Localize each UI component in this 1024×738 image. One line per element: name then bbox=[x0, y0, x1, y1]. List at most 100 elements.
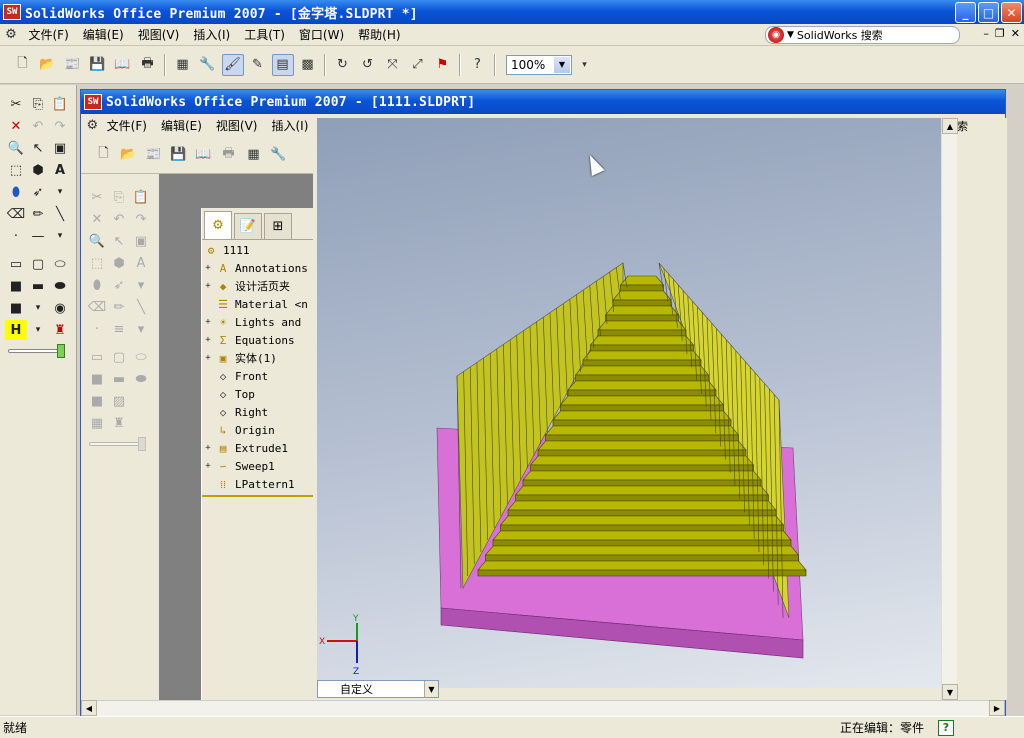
chevron-down-icon[interactable]: ▼ bbox=[424, 681, 438, 697]
eraser-icon[interactable]: ⌫ bbox=[5, 204, 27, 224]
highlight-icon[interactable]: ▦ bbox=[86, 413, 108, 433]
foreground-color-icon[interactable]: ■ bbox=[5, 298, 27, 318]
book-icon[interactable]: 📖 bbox=[193, 144, 215, 166]
mdi-restore-button[interactable]: ❐ bbox=[995, 27, 1005, 40]
tree-item[interactable]: + ▤ Extrude1 bbox=[202, 439, 313, 457]
model-view-svg[interactable]: Y X Z bbox=[317, 118, 941, 688]
zoom-icon[interactable]: 🔍 bbox=[86, 231, 108, 251]
paste-icon[interactable]: 📋 bbox=[49, 94, 71, 114]
tree-item[interactable]: + A Annotations bbox=[202, 259, 313, 277]
help-pointer-icon[interactable]: ? bbox=[467, 54, 489, 76]
pencil-icon[interactable]: ✏ bbox=[108, 297, 130, 317]
zoom-to-fit-icon[interactable]: ⤢ bbox=[407, 54, 429, 76]
line-icon[interactable]: ╲ bbox=[49, 204, 71, 224]
cut-icon[interactable]: ✂ bbox=[86, 187, 108, 207]
foreground-color-icon[interactable]: ■ bbox=[86, 391, 108, 411]
background-color-icon[interactable]: ◉ bbox=[49, 298, 71, 318]
scroll-right-icon[interactable]: ▶ bbox=[989, 700, 1005, 716]
line-icon[interactable]: ╲ bbox=[130, 297, 152, 317]
delete-icon[interactable]: ✕ bbox=[86, 209, 108, 229]
eraser-icon[interactable]: ⌫ bbox=[86, 297, 108, 317]
rectangle-icon[interactable]: ▭ bbox=[86, 347, 108, 367]
dropdown-icon[interactable]: ▾ bbox=[27, 298, 49, 318]
slider-thumb[interactable] bbox=[138, 437, 146, 451]
line-weight-icon[interactable]: ≡ bbox=[108, 319, 130, 339]
expand-icon[interactable]: + bbox=[202, 461, 214, 471]
options-icon[interactable]: ▦ bbox=[172, 54, 194, 76]
chevron-down-icon[interactable]: ▼ bbox=[554, 56, 570, 73]
filled-rectangle-icon[interactable]: ■ bbox=[86, 369, 108, 389]
vertical-scrollbar[interactable]: ▲ ▼ bbox=[941, 118, 958, 700]
expand-icon[interactable]: + bbox=[202, 353, 214, 363]
zoom-select[interactable]: 100% ▼ bbox=[506, 54, 572, 75]
rounded-rectangle-icon[interactable]: ▢ bbox=[27, 254, 49, 274]
select-filter-icon[interactable]: ▩ bbox=[297, 54, 319, 76]
rebuild-icon[interactable]: ↻ bbox=[332, 54, 354, 76]
dropdown-icon[interactable]: ▾ bbox=[130, 275, 152, 295]
undo-icon[interactable]: ↶ bbox=[27, 116, 49, 136]
maximize-button[interactable]: □ bbox=[978, 2, 999, 23]
save-icon[interactable]: 💾 bbox=[87, 54, 109, 76]
line-weight-icon[interactable]: — bbox=[27, 226, 49, 246]
print-icon[interactable]: 🖶 bbox=[137, 54, 159, 76]
tree-item[interactable]: + ▣ 实体(1) bbox=[202, 349, 313, 367]
options-icon[interactable]: ▦ bbox=[243, 144, 265, 166]
redo-icon[interactable]: ↷ bbox=[49, 116, 71, 136]
view-orientation-select[interactable]: 自定义 ▼ bbox=[317, 680, 439, 698]
rounded-rectangle-icon[interactable]: ▢ bbox=[108, 347, 130, 367]
open-file-icon[interactable]: 📂 bbox=[37, 54, 59, 76]
grid-toggle-icon[interactable]: ▤ bbox=[271, 53, 294, 76]
horizontal-scrollbar[interactable]: ◀ ▶ bbox=[81, 700, 1005, 716]
scroll-left-icon[interactable]: ◀ bbox=[81, 700, 97, 716]
dropdown-icon[interactable]: ▾ bbox=[49, 182, 71, 202]
tree-item[interactable]: ◇ Front bbox=[202, 367, 313, 385]
inner-menu-insert[interactable]: 插入(I) bbox=[264, 117, 315, 134]
fill-icon[interactable]: ⬢ bbox=[108, 253, 130, 273]
rectangle-icon[interactable]: ▭ bbox=[5, 254, 27, 274]
filled-rounded-rectangle-icon[interactable]: ▬ bbox=[108, 369, 130, 389]
tab-feature-manager[interactable]: ⚙ bbox=[204, 211, 232, 239]
dropdown-icon[interactable]: ▾ bbox=[49, 226, 71, 246]
tree-item[interactable]: + ☀ Lights and bbox=[202, 313, 313, 331]
text-icon[interactable]: A bbox=[130, 253, 152, 273]
expand-icon[interactable]: + bbox=[202, 443, 214, 453]
paint-icon[interactable]: ⬮ bbox=[86, 275, 108, 295]
solidworks-menu-icon[interactable]: ⚙ bbox=[87, 114, 99, 136]
menu-file[interactable]: 文件(F) bbox=[22, 26, 76, 43]
expand-icon[interactable]: + bbox=[202, 263, 214, 273]
tools-icon[interactable]: 🔧 bbox=[268, 144, 290, 166]
undo-icon[interactable]: ↶ bbox=[108, 209, 130, 229]
text-icon[interactable]: A bbox=[49, 160, 71, 180]
dot-icon[interactable]: · bbox=[86, 319, 108, 339]
menu-help[interactable]: 帮助(H) bbox=[351, 26, 407, 43]
solidworks-search-box[interactable]: ◉ ▼ SolidWorks 搜索 bbox=[765, 26, 960, 44]
dot-icon[interactable]: · bbox=[5, 226, 27, 246]
tree-item[interactable]: + ◆ 设计活页夹 bbox=[202, 277, 313, 295]
rollback-bar[interactable] bbox=[202, 495, 313, 497]
copy-icon[interactable]: ⎘ bbox=[27, 94, 49, 114]
pointer-icon[interactable]: ➶ bbox=[108, 275, 130, 295]
cut-icon[interactable]: ✂ bbox=[5, 94, 27, 114]
tab-property-manager[interactable]: 📝 bbox=[234, 213, 262, 239]
inner-title-bar[interactable]: SW SolidWorks Office Premium 2007 - [111… bbox=[81, 90, 1005, 114]
graphics-viewport[interactable]: Y X Z bbox=[317, 118, 941, 688]
stamp-icon[interactable]: ♜ bbox=[49, 320, 71, 340]
toolbar-overflow-icon[interactable]: ▾ bbox=[574, 54, 596, 76]
open-drawing-icon[interactable]: 📰 bbox=[62, 54, 84, 76]
fill-icon[interactable]: ⬢ bbox=[27, 160, 49, 180]
filled-ellipse-icon[interactable]: ⬬ bbox=[49, 276, 71, 296]
select-arrow-icon[interactable]: ↖ bbox=[108, 231, 130, 251]
scroll-down-icon[interactable]: ▼ bbox=[942, 684, 958, 700]
book-icon[interactable]: 📖 bbox=[112, 54, 134, 76]
background-color-icon[interactable]: ▨ bbox=[108, 391, 130, 411]
tree-item[interactable]: + ∽ Sweep1 bbox=[202, 457, 313, 475]
inner-menu-file[interactable]: 文件(F) bbox=[100, 117, 154, 134]
search-dropdown-icon[interactable]: ▼ bbox=[787, 30, 794, 40]
selection-box-icon[interactable]: ⬚ bbox=[5, 160, 27, 180]
tree-item[interactable]: + Σ Equations bbox=[202, 331, 313, 349]
minimize-button[interactable]: _ bbox=[955, 2, 976, 23]
filled-ellipse-icon[interactable]: ⬬ bbox=[130, 369, 152, 389]
zoom-icon[interactable]: 🔍 bbox=[5, 138, 27, 158]
tree-item[interactable]: ◇ Right bbox=[202, 403, 313, 421]
new-file-icon[interactable]: 🗋 bbox=[93, 144, 115, 166]
